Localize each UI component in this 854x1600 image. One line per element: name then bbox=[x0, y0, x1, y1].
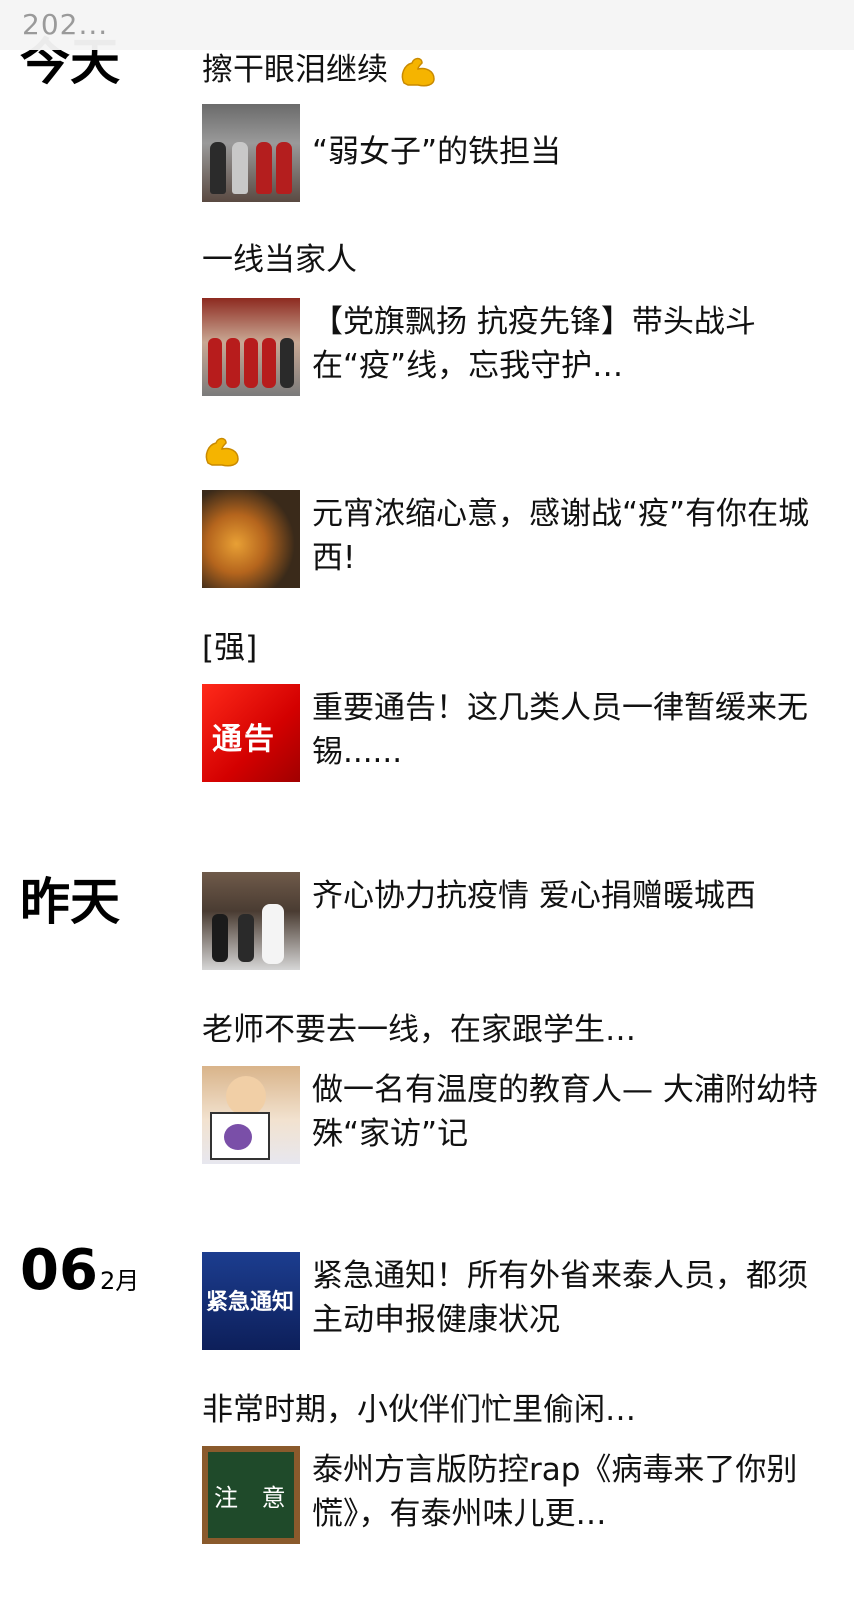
article-title: 重要通告！这几类人员一律暂缓来无锡...... bbox=[312, 690, 808, 770]
article-title: “弱女子”的铁担当 bbox=[312, 134, 562, 170]
article-title: 紧急通知！所有外省来泰人员，都须主动申报健康状况 bbox=[312, 1258, 808, 1338]
date-feb06-label: 062月 bbox=[20, 1238, 139, 1303]
article-item[interactable]: 做一名有温度的教育人— 大浦附幼特殊“家访”记 bbox=[202, 1066, 822, 1164]
top-bar: 202... bbox=[0, 0, 854, 50]
article-title: 元宵浓缩心意，感谢战“疫”有你在城西! bbox=[312, 496, 810, 576]
article-item[interactable]: 紧急通知 紧急通知！所有外省来泰人员，都须主动申报健康状况 bbox=[202, 1252, 822, 1350]
date-month: 2月 bbox=[99, 1267, 140, 1295]
chalkboard-thumbnail: 注 意 bbox=[202, 1446, 300, 1544]
post-text: 擦干眼泪继续 bbox=[202, 50, 438, 90]
child-drawing-photo bbox=[202, 1066, 300, 1164]
volunteers-table-photo bbox=[202, 104, 300, 202]
article-title: 齐心协力抗疫情 爱心捐赠暖城西 bbox=[312, 878, 756, 914]
post-text: 非常时期，小伙伴们忙里偷闲… bbox=[202, 1392, 636, 1428]
article-item[interactable]: “弱女子”的铁担当 bbox=[202, 104, 822, 202]
article-item[interactable]: 注 意 泰州方言版防控rap《病毒来了你别慌》，有泰州味儿更… bbox=[202, 1446, 822, 1544]
post-text bbox=[202, 430, 242, 470]
urgent-notice-thumbnail: 紧急通知 bbox=[202, 1252, 300, 1350]
date-yesterday-label: 昨天 bbox=[20, 873, 120, 931]
yuanxiao-food-photo bbox=[202, 490, 300, 588]
post-text: 一线当家人 bbox=[202, 242, 357, 278]
flexed-biceps-icon bbox=[202, 435, 242, 469]
article-title: 泰州方言版防控rap《病毒来了你别慌》，有泰州味儿更… bbox=[312, 1452, 798, 1532]
donation-photo bbox=[202, 872, 300, 970]
post-text: 老师不要去一线，在家跟学生… bbox=[202, 1012, 636, 1048]
flexed-biceps-icon bbox=[398, 55, 438, 89]
post-text: [强] bbox=[202, 630, 258, 666]
article-title: 做一名有温度的教育人— 大浦附幼特殊“家访”记 bbox=[312, 1072, 818, 1152]
article-item[interactable]: 元宵浓缩心意，感谢战“疫”有你在城西! bbox=[202, 490, 822, 588]
party-volunteers-photo bbox=[202, 298, 300, 396]
notice-thumbnail: 通告 bbox=[202, 684, 300, 782]
article-title: 【党旗飘扬 抗疫先锋】带头战斗在“疫”线，忘我守护… bbox=[312, 304, 756, 384]
article-item[interactable]: 通告 重要通告！这几类人员一律暂缓来无锡...... bbox=[202, 684, 822, 782]
header-title: 202... bbox=[22, 8, 109, 41]
article-item[interactable]: 齐心协力抗疫情 爱心捐赠暖城西 bbox=[202, 872, 822, 970]
date-day: 06 bbox=[20, 1238, 98, 1303]
article-item[interactable]: 【党旗飘扬 抗疫先锋】带头战斗在“疫”线，忘我守护… bbox=[202, 298, 822, 396]
